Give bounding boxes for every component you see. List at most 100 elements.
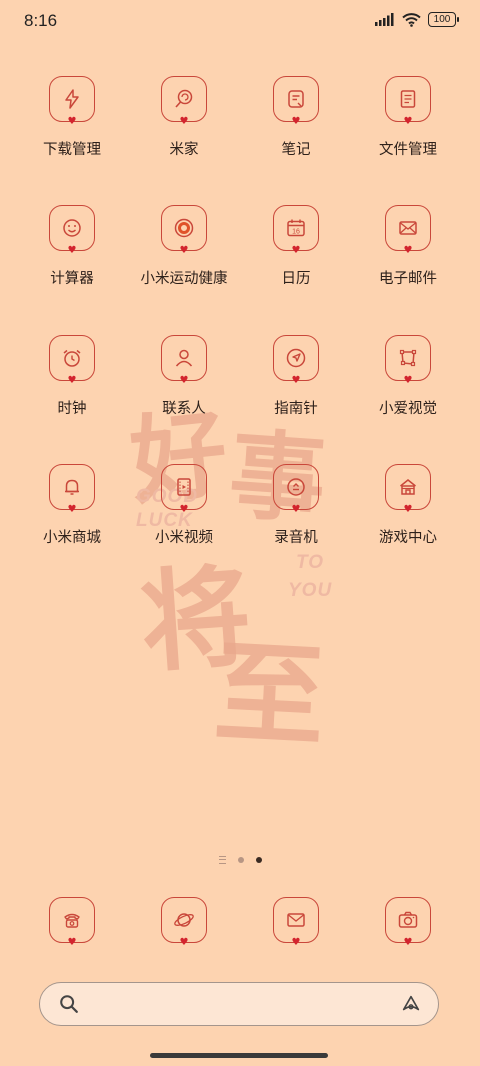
file-icon (400, 90, 416, 108)
app-icon-frame: ♥ (49, 897, 95, 948)
app-label: 时钟 (57, 401, 87, 417)
note-icon (288, 90, 304, 108)
heart-icon: ♥ (179, 504, 189, 515)
app-label: 文件管理 (379, 142, 437, 158)
heart-icon: ♥ (291, 245, 301, 256)
app-icon-frame: ♥ (273, 335, 319, 386)
app-label: 日历 (281, 271, 311, 287)
app-icon-frame: ♥ (385, 464, 431, 515)
wallpaper-text: TO (296, 552, 325, 573)
app-game-center[interactable]: ♥ 游戏中心 (352, 464, 464, 547)
app-email[interactable]: ♥ 电子邮件 (352, 205, 464, 288)
lollipop-icon (175, 89, 193, 108)
app-mijia[interactable]: ♥ 米家 (128, 76, 240, 159)
alarm-clock-icon (63, 349, 81, 367)
heart-icon: ♥ (179, 245, 189, 256)
app-icon-frame: ♥ (273, 76, 319, 127)
dock-messages[interactable]: ♥ (240, 897, 352, 948)
mail-icon (287, 913, 305, 927)
wifi-icon (402, 12, 421, 27)
signal-icon (375, 13, 394, 26)
app-mi-fitness[interactable]: ♥ 小米运动健康 (128, 205, 240, 288)
app-label: 联系人 (162, 401, 206, 417)
status-bar: 8:16 100 (0, 0, 480, 44)
heart-icon: ♥ (291, 116, 301, 127)
search-input[interactable] (92, 991, 386, 1019)
app-icon-frame: 16 ♥ (273, 205, 319, 256)
app-label: 下载管理 (43, 142, 101, 158)
wallpaper-text: YOU (288, 580, 333, 601)
app-clock[interactable]: ♥ 时钟 (16, 335, 128, 418)
dock-phone[interactable]: ♥ (16, 897, 128, 948)
app-label: 录音机 (274, 530, 318, 546)
ring-icon (174, 218, 194, 238)
planet-icon (174, 913, 194, 927)
app-label: 指南针 (274, 401, 318, 417)
compass-icon (286, 348, 306, 368)
app-icon-frame: ♥ (273, 464, 319, 515)
dock-camera[interactable]: ♥ (352, 897, 464, 948)
app-download-manager[interactable]: ♥ 下载管理 (16, 76, 128, 159)
battery-indicator: 100 (428, 12, 459, 27)
page-dot-widgets[interactable] (218, 856, 226, 864)
app-notes[interactable]: ♥ 笔记 (240, 76, 352, 159)
smiley-icon (63, 219, 81, 237)
heart-icon: ♥ (403, 504, 413, 515)
dock-browser[interactable]: ♥ (128, 897, 240, 948)
app-label: 小米视频 (155, 530, 213, 546)
heart-icon: ♥ (179, 937, 189, 948)
app-file-manager[interactable]: ♥ 文件管理 (352, 76, 464, 159)
app-contacts[interactable]: ♥ 联系人 (128, 335, 240, 418)
phone-icon (64, 913, 80, 928)
person-icon (175, 349, 193, 367)
wallpaper-char: 将 (136, 551, 256, 688)
app-label: 小米商城 (43, 530, 101, 546)
app-xiaoai-vision[interactable]: ♥ 小爱视觉 (352, 335, 464, 418)
app-label: 游戏中心 (379, 530, 437, 546)
app-icon-frame: ♥ (385, 897, 431, 948)
recorder-icon (287, 478, 305, 496)
clock-time: 8:16 (24, 11, 58, 30)
app-icon-frame: ♥ (273, 897, 319, 948)
app-icon-frame: ♥ (49, 464, 95, 515)
app-label: 小米运动健康 (140, 271, 228, 287)
app-label: 电子邮件 (379, 271, 437, 287)
app-icon-frame: ♥ (385, 205, 431, 256)
heart-icon: ♥ (67, 116, 77, 127)
page-dot-active[interactable] (255, 857, 262, 863)
home-indicator[interactable] (150, 1053, 328, 1058)
app-icon-frame: ♥ (161, 205, 207, 256)
app-icon-frame: ♥ (385, 76, 431, 127)
lightning-icon (65, 89, 79, 109)
wallpaper-char: 至 (211, 627, 328, 762)
calendar-day: 16 (292, 229, 300, 236)
film-icon (177, 478, 191, 496)
heart-icon: ♥ (403, 245, 413, 256)
app-recorder[interactable]: ♥ 录音机 (240, 464, 352, 547)
wallpaper-art: 好 事 将 至 GOOD LUCK TO YOU (120, 380, 380, 762)
heart-icon: ♥ (291, 375, 301, 386)
heart-icon: ♥ (179, 375, 189, 386)
heart-icon: ♥ (67, 375, 77, 386)
app-compass[interactable]: ♥ 指南针 (240, 335, 352, 418)
app-icon-frame: ♥ (49, 205, 95, 256)
app-icon-frame: ♥ (161, 76, 207, 127)
page-dot[interactable] (237, 857, 244, 863)
app-label: 米家 (169, 142, 199, 158)
heart-icon: ♥ (403, 116, 413, 127)
search-icon[interactable] (58, 993, 80, 1015)
app-icon-frame: ♥ (161, 897, 207, 948)
heart-icon: ♥ (403, 375, 413, 386)
calendar-icon: 16 (287, 219, 305, 237)
heart-icon: ♥ (179, 116, 189, 127)
envelope-icon (399, 221, 417, 235)
app-calendar[interactable]: 16 ♥ 日历 (240, 205, 352, 288)
bell-icon (65, 479, 79, 495)
app-mi-video[interactable]: ♥ 小米视频 (128, 464, 240, 547)
system-icons: 100 (375, 12, 459, 27)
search-bar[interactable] (39, 982, 439, 1026)
app-mi-store[interactable]: ♥ 小米商城 (16, 464, 128, 547)
page-indicator[interactable] (0, 856, 480, 864)
assistant-icon[interactable] (400, 993, 422, 1015)
app-calculator[interactable]: ♥ 计算器 (16, 205, 128, 288)
